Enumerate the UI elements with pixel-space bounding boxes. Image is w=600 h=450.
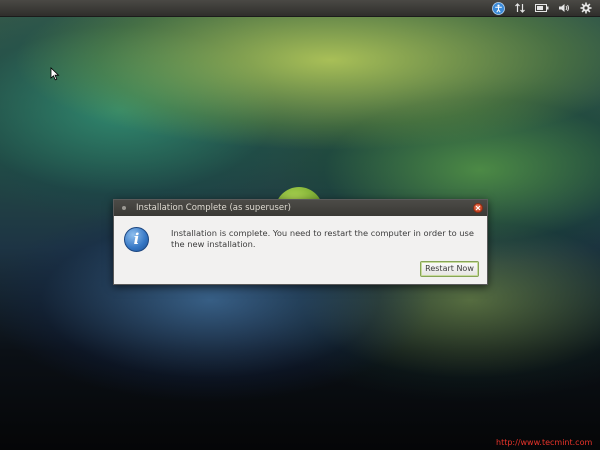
top-panel xyxy=(0,0,600,17)
installation-complete-dialog: Installation Complete (as superuser) i I… xyxy=(113,199,488,285)
dialog-message: Installation is complete. You need to re… xyxy=(171,228,474,249)
close-button[interactable] xyxy=(473,203,483,213)
close-icon xyxy=(475,205,481,211)
dialog-title: Installation Complete (as superuser) xyxy=(136,203,291,213)
window-menu-icon[interactable] xyxy=(122,206,126,210)
battery-icon[interactable] xyxy=(532,0,552,17)
settings-gear-icon[interactable] xyxy=(576,0,596,17)
watermark: http://www.tecmint.com xyxy=(496,438,593,447)
accessibility-icon[interactable] xyxy=(488,0,508,17)
mouse-pointer-icon xyxy=(50,66,60,81)
volume-icon[interactable] xyxy=(554,0,574,17)
info-icon: i xyxy=(124,227,149,252)
restart-now-button[interactable]: Restart Now xyxy=(420,261,479,277)
network-icon[interactable] xyxy=(510,0,530,17)
dialog-titlebar[interactable]: Installation Complete (as superuser) xyxy=(114,200,487,216)
